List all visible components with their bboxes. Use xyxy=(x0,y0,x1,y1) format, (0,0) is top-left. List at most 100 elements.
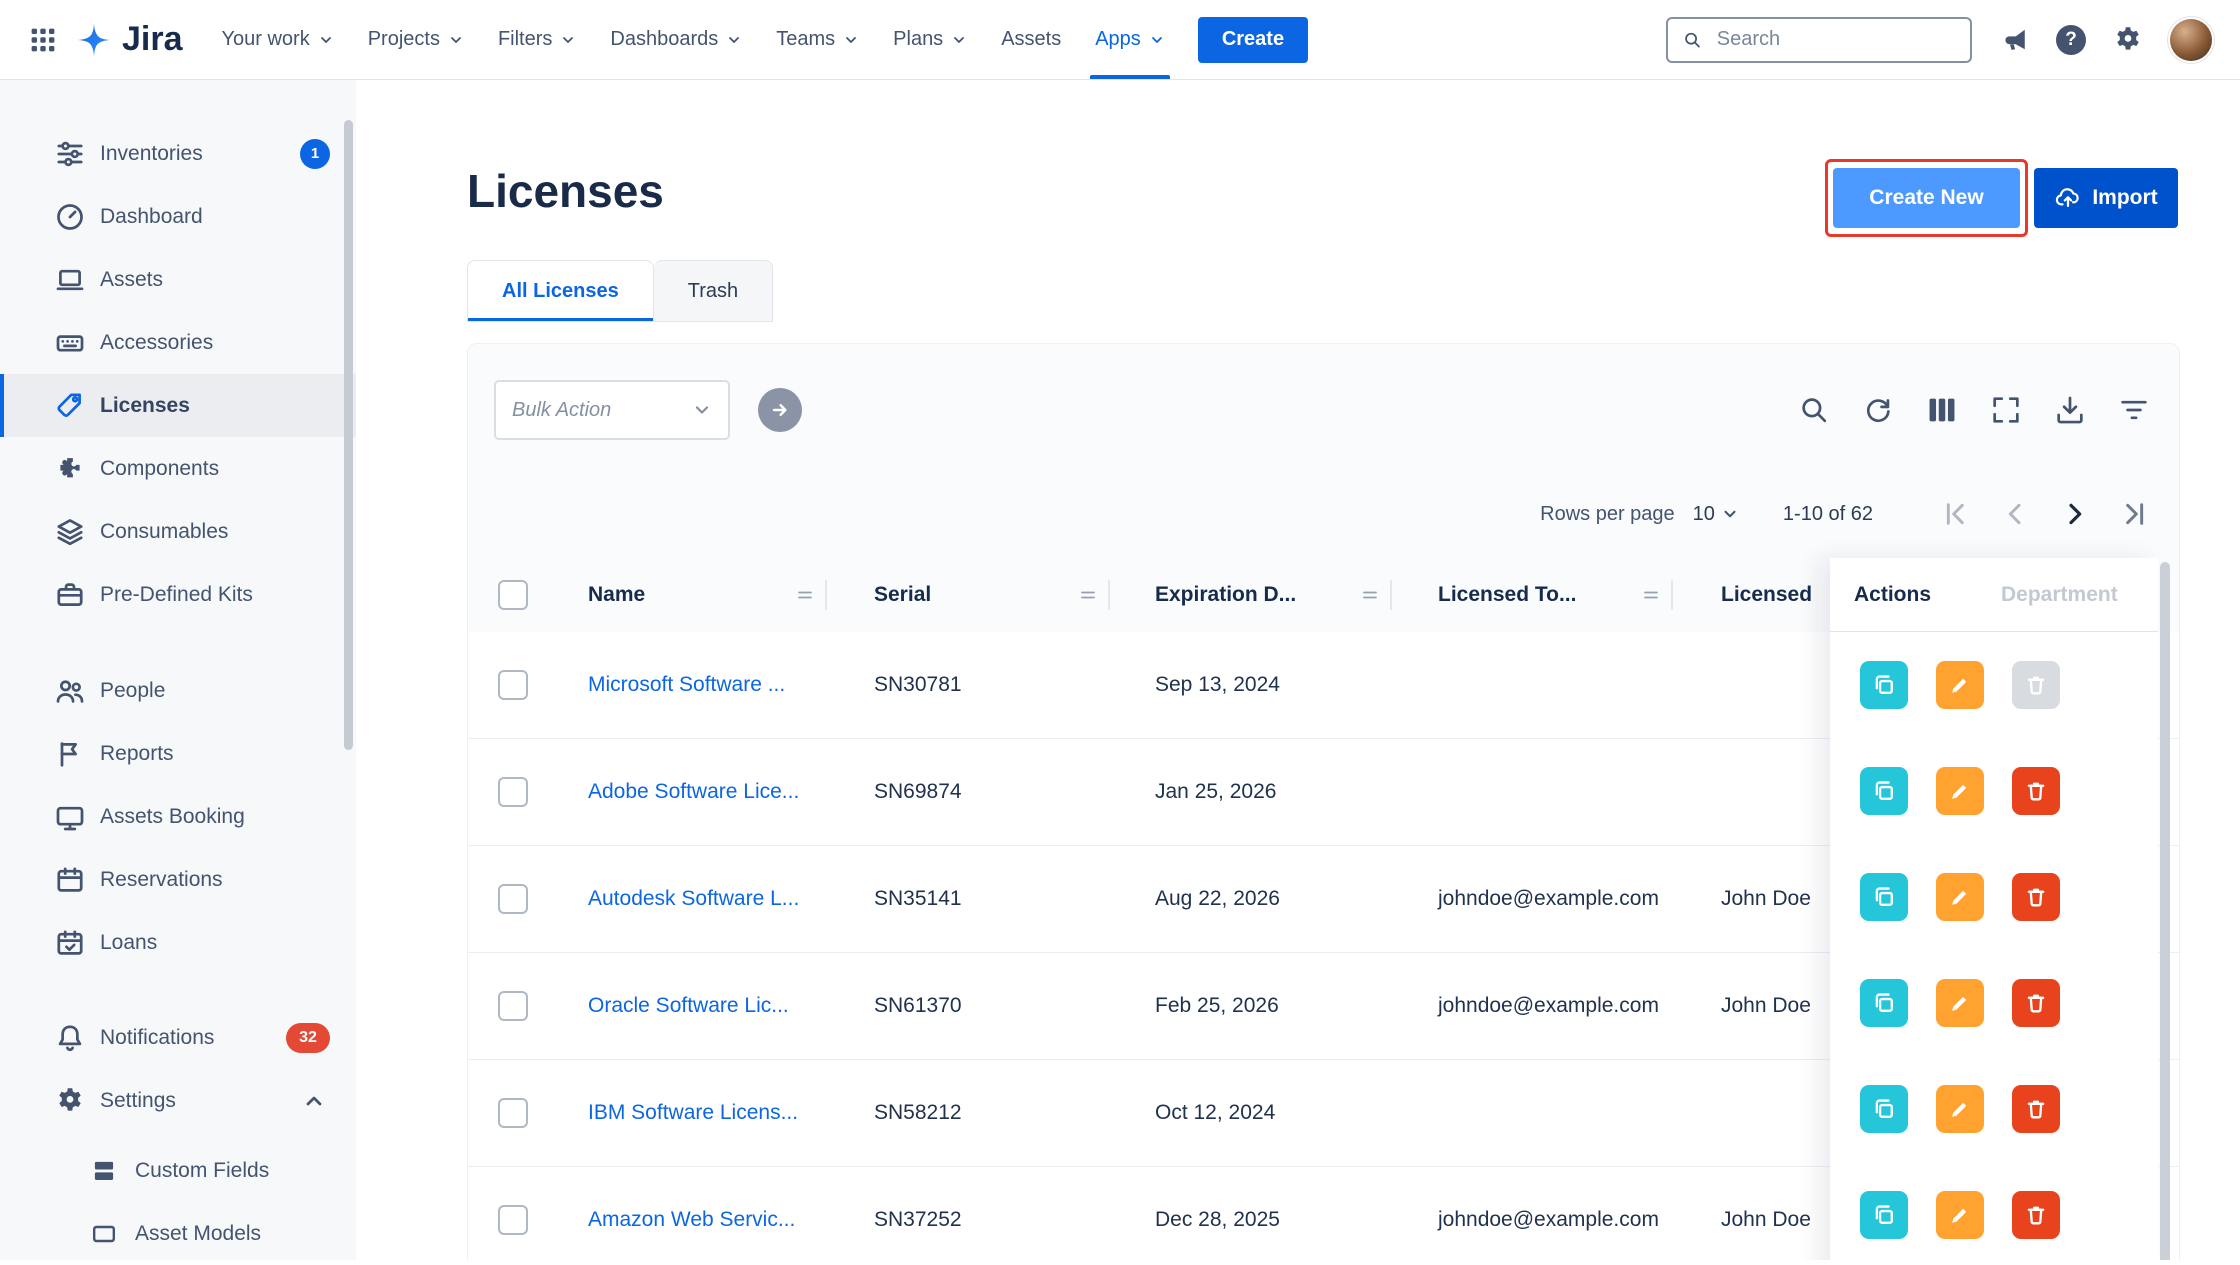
row-checkbox[interactable] xyxy=(498,1205,528,1235)
import-button[interactable]: Import xyxy=(2034,168,2178,228)
edit-button[interactable] xyxy=(1936,1085,1984,1133)
delete-button-disabled[interactable] xyxy=(2012,661,2060,709)
license-name-link[interactable]: Autodesk Software L... xyxy=(588,846,799,952)
sidebar-item-accessories[interactable]: Accessories xyxy=(0,311,356,374)
clone-button[interactable] xyxy=(1860,1085,1908,1133)
edit-button[interactable] xyxy=(1936,767,1984,815)
fullscreen-icon[interactable] xyxy=(1989,393,2023,427)
jira-logo[interactable]: Jira xyxy=(76,20,183,59)
delete-button[interactable] xyxy=(2012,873,2060,921)
avatar[interactable] xyxy=(2170,19,2212,61)
column-drag-handle[interactable] xyxy=(1360,586,1380,604)
sidebar-item-settings[interactable]: Settings xyxy=(0,1069,356,1132)
column-drag-handle[interactable] xyxy=(1078,586,1098,604)
row-checkbox[interactable] xyxy=(498,777,528,807)
sidebar-item-pre-defined-kits[interactable]: Pre-Defined Kits xyxy=(0,563,356,626)
sidebar-item-assets-booking[interactable]: Assets Booking xyxy=(0,785,356,848)
actions-row xyxy=(1830,1056,2158,1162)
sidebar-item-dashboard[interactable]: Dashboard xyxy=(0,185,356,248)
edit-button[interactable] xyxy=(1936,661,1984,709)
actions-row xyxy=(1830,738,2158,844)
megaphone-icon[interactable] xyxy=(2000,25,2030,55)
nav-item-plans[interactable]: Plans xyxy=(876,0,984,79)
first-page-icon[interactable] xyxy=(1939,497,1973,531)
refresh-icon[interactable] xyxy=(1861,393,1895,427)
licensed-name-cell: John Doe xyxy=(1721,953,1811,1059)
download-icon[interactable] xyxy=(2053,393,2087,427)
sidebar-scrollbar[interactable] xyxy=(344,120,353,750)
delete-button[interactable] xyxy=(2012,979,2060,1027)
sidebar-item-assets[interactable]: Assets xyxy=(0,248,356,311)
nav-item-label: Assets xyxy=(1001,28,1061,51)
sidebar-item-licenses[interactable]: Licenses xyxy=(0,374,356,437)
search-icon[interactable] xyxy=(1797,393,1831,427)
sidebar-item-consumables[interactable]: Consumables xyxy=(0,500,356,563)
column-drag-handle[interactable] xyxy=(795,586,815,604)
clone-button[interactable] xyxy=(1860,1191,1908,1239)
rows-per-page-label: Rows per page xyxy=(1540,503,1675,526)
license-name-link[interactable]: Amazon Web Servic... xyxy=(588,1167,795,1260)
search-input[interactable] xyxy=(1715,27,1956,52)
help-icon[interactable]: ? xyxy=(2056,25,2086,55)
tab-all-licenses[interactable]: All Licenses xyxy=(467,260,654,322)
sidebar-item-reservations[interactable]: Reservations xyxy=(0,848,356,911)
column-header-name[interactable]: Name xyxy=(588,558,645,632)
row-checkbox[interactable] xyxy=(498,884,528,914)
create-button[interactable]: Create xyxy=(1198,17,1308,63)
clone-button[interactable] xyxy=(1860,979,1908,1027)
column-drag-handle[interactable] xyxy=(1641,586,1661,604)
clone-button[interactable] xyxy=(1860,661,1908,709)
row-checkbox[interactable] xyxy=(498,670,528,700)
edit-button[interactable] xyxy=(1936,979,1984,1027)
column-header-licensed-to[interactable]: Licensed To... xyxy=(1438,558,1576,632)
tab-trash[interactable]: Trash xyxy=(654,260,773,322)
bulk-action-submit-button[interactable] xyxy=(758,388,802,432)
nav-item-dashboards[interactable]: Dashboards xyxy=(593,0,759,79)
sidebar-item-custom-fields[interactable]: Custom Fields xyxy=(0,1139,356,1202)
nav-item-filters[interactable]: Filters xyxy=(481,0,593,79)
next-page-icon[interactable] xyxy=(2059,497,2093,531)
global-search[interactable] xyxy=(1666,17,1972,63)
license-name-link[interactable]: Oracle Software Lic... xyxy=(588,953,789,1059)
column-header-licensed[interactable]: Licensed xyxy=(1721,558,1812,632)
select-all-checkbox[interactable] xyxy=(498,580,528,610)
filter-icon[interactable] xyxy=(2117,393,2151,427)
sidebar-item-inventories[interactable]: Inventories 1 xyxy=(0,122,356,185)
column-header-serial[interactable]: Serial xyxy=(874,558,931,632)
sidebar-item-people[interactable]: People xyxy=(0,659,356,722)
sidebar-item-components[interactable]: Components xyxy=(0,437,356,500)
nav-item-assets[interactable]: Assets xyxy=(984,0,1078,79)
app-switcher-icon[interactable] xyxy=(22,19,64,61)
license-name-link[interactable]: IBM Software Licens... xyxy=(588,1060,798,1166)
nav-item-apps[interactable]: Apps xyxy=(1078,0,1182,79)
edit-button[interactable] xyxy=(1936,1191,1984,1239)
last-page-icon[interactable] xyxy=(2119,497,2153,531)
column-header-expiration[interactable]: Expiration D... xyxy=(1155,558,1296,632)
row-checkbox[interactable] xyxy=(498,991,528,1021)
nav-item-teams[interactable]: Teams xyxy=(759,0,876,79)
delete-button[interactable] xyxy=(2012,767,2060,815)
keyboard-icon xyxy=(54,327,86,359)
clone-button[interactable] xyxy=(1860,873,1908,921)
create-new-button[interactable]: Create New xyxy=(1833,168,2020,228)
rows-per-page-select[interactable]: 10 xyxy=(1693,503,1739,526)
sidebar-item-loans[interactable]: Loans xyxy=(0,911,356,974)
columns-icon[interactable] xyxy=(1925,393,1959,427)
license-name-link[interactable]: Adobe Software Lice... xyxy=(588,739,799,845)
delete-button[interactable] xyxy=(2012,1191,2060,1239)
nav-item-projects[interactable]: Projects xyxy=(351,0,481,79)
delete-button[interactable] xyxy=(2012,1085,2060,1133)
gear-icon[interactable] xyxy=(2112,24,2144,56)
nav-item-label: Projects xyxy=(368,28,440,51)
table-scrollbar[interactable] xyxy=(2160,562,2170,1260)
edit-button[interactable] xyxy=(1936,873,1984,921)
sidebar-item-asset-models[interactable]: Asset Models xyxy=(0,1202,356,1265)
bulk-action-select[interactable]: Bulk Action xyxy=(494,380,730,440)
nav-item-your-work[interactable]: Your work xyxy=(205,0,351,79)
row-checkbox[interactable] xyxy=(498,1098,528,1128)
license-name-link[interactable]: Microsoft Software ... xyxy=(588,632,785,738)
sidebar-item-notifications[interactable]: Notifications 32 xyxy=(0,1006,356,1069)
clone-button[interactable] xyxy=(1860,767,1908,815)
previous-page-icon[interactable] xyxy=(1999,497,2033,531)
sidebar-item-reports[interactable]: Reports xyxy=(0,722,356,785)
